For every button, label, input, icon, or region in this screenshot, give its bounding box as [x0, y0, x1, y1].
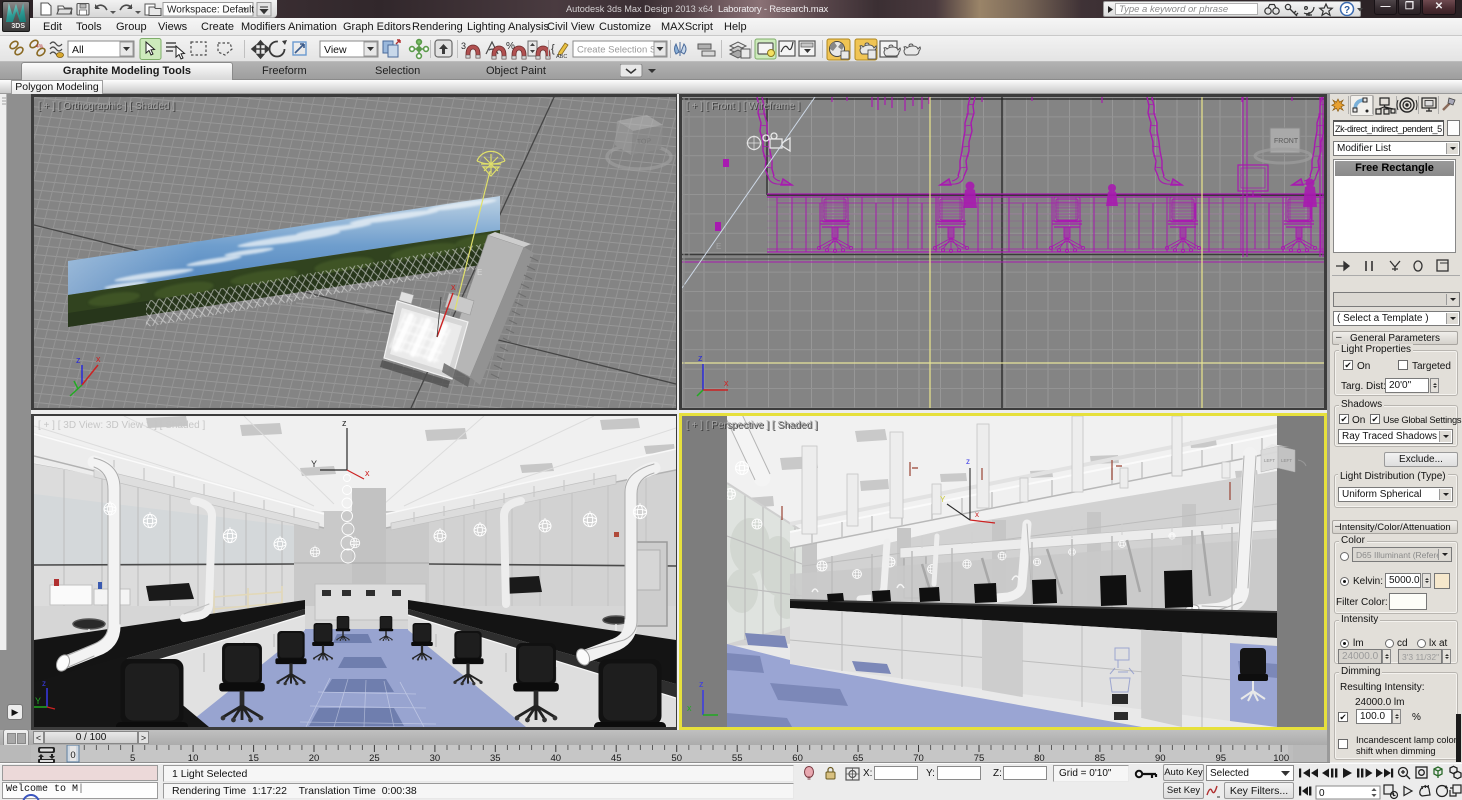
svg-text:x: x	[365, 468, 370, 478]
svg-text:0: 0	[1319, 788, 1325, 799]
svg-text:50: 50	[671, 753, 682, 763]
svg-text:15: 15	[248, 753, 259, 763]
svg-text:55: 55	[732, 753, 743, 763]
svg-text:100: 100	[1273, 753, 1289, 763]
svg-text:E: E	[716, 242, 721, 251]
svg-text:[ + ] [ Orthographic ] [ Shade: [ + ] [ Orthographic ] [ Shaded ]	[38, 101, 175, 112]
svg-text:ABC: ABC	[556, 54, 567, 60]
svg-text:5: 5	[130, 753, 135, 763]
svg-text:▾: ▾	[243, 5, 247, 14]
svg-text:4%: 4%	[36, 44, 44, 50]
svg-text:Y: Y	[311, 459, 317, 469]
svg-text:x: x	[975, 510, 979, 519]
svg-text:[ + ] [ 3D View: 3D View 1 ] [: [ + ] [ 3D View: 3D View 1 ] [ Shaded ]	[38, 420, 205, 431]
svg-text:[ + ] [ Front ] [ Wireframe ]: [ + ] [ Front ] [ Wireframe ]	[686, 101, 800, 112]
svg-text:85: 85	[1095, 753, 1106, 763]
svg-text:90: 90	[1155, 753, 1166, 763]
svg-text:z: z	[699, 679, 704, 689]
svg-text:z: z	[76, 355, 81, 365]
svg-text:Workspace: Default: Workspace: Default	[167, 5, 254, 16]
svg-text:40: 40	[551, 753, 562, 763]
svg-text:LEFT: LEFT	[1281, 458, 1292, 463]
svg-text:LEFT: LEFT	[1264, 458, 1275, 463]
svg-text:0: 0	[70, 750, 75, 761]
svg-text:75: 75	[974, 753, 985, 763]
svg-text:x: x	[687, 703, 692, 713]
svg-text:80: 80	[1034, 753, 1045, 763]
svg-text:z: z	[42, 679, 46, 688]
svg-text:?: ?	[1344, 5, 1350, 16]
svg-text:{: {	[551, 43, 555, 55]
svg-text:z: z	[698, 353, 703, 363]
svg-text:View: View	[324, 44, 347, 56]
svg-text:[ + ] [ Perspective ] [ Shaded: [ + ] [ Perspective ] [ Shaded ]	[686, 420, 818, 431]
svg-text:x: x	[451, 282, 456, 292]
svg-text:z: z	[966, 457, 970, 466]
svg-text:45: 45	[611, 753, 622, 763]
svg-text:95: 95	[1216, 753, 1227, 763]
svg-text:20: 20	[309, 753, 320, 763]
svg-text:E: E	[477, 268, 482, 277]
svg-text:x: x	[96, 354, 101, 364]
svg-text:3: 3	[461, 41, 466, 51]
svg-text:x: x	[724, 378, 729, 388]
svg-text:30: 30	[430, 753, 441, 763]
svg-text:70: 70	[913, 753, 924, 763]
svg-text:65: 65	[853, 753, 864, 763]
svg-text:10: 10	[188, 753, 199, 763]
svg-text:35: 35	[490, 753, 501, 763]
svg-text:All: All	[72, 44, 84, 56]
svg-text:Y: Y	[35, 696, 41, 706]
svg-text:Create Selection Se: Create Selection Se	[577, 45, 662, 56]
svg-text:25: 25	[369, 753, 380, 763]
svg-text:FRONT: FRONT	[1274, 138, 1299, 145]
svg-text:z: z	[342, 418, 347, 428]
svg-text:TOP: TOP	[637, 138, 652, 146]
svg-text:60: 60	[792, 753, 803, 763]
svg-text:Y: Y	[940, 495, 946, 504]
